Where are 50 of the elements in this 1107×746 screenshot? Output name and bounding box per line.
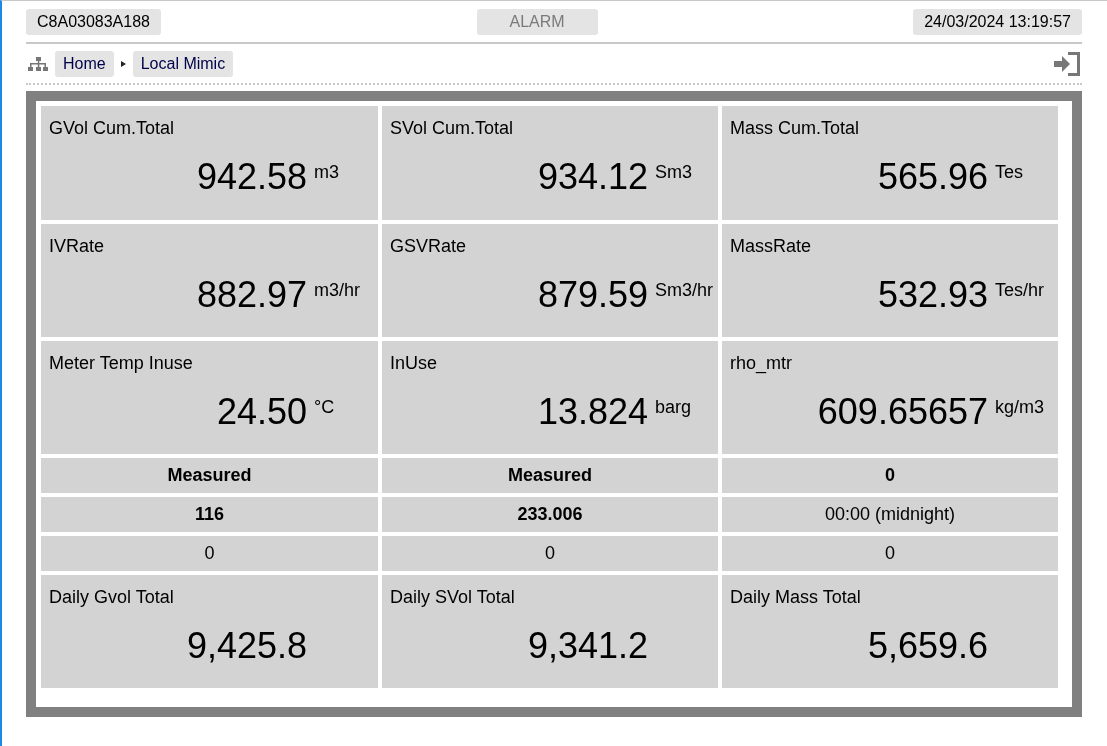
table-cell: 233.006 [382,497,718,532]
unit-label: barg [655,397,692,418]
tile-value: 13.824 [536,391,648,433]
breadcrumb-link[interactable]: Local Mimic [132,50,234,77]
tile-value: 565.96 [876,156,988,198]
tile-label: GVol Cum.Total [49,118,176,139]
table-cell: Measured [382,458,718,493]
tile-value: 882.97 [195,274,307,316]
table-cell: 00:00 (midnight) [722,497,1058,532]
table-cell: 0 [41,536,378,571]
unit-label: Sm3 [655,162,692,183]
tile-value: 609.65657 [816,391,988,433]
tile-label: IVRate [49,236,106,257]
tile-value: 942.58 [195,156,307,198]
unit-label: Sm3/hr [655,280,714,301]
tile-value: 9,341.2 [526,625,648,667]
table-cell: 116 [41,497,378,532]
tile-label: MassRate [730,236,813,257]
tile-label: Meter Temp Inuse [49,353,194,374]
tile-value: 532.93 [876,274,988,316]
tile-value: 24.50 [215,391,307,433]
tile-label: Mass Cum.Total [730,118,861,139]
breadcrumb-link[interactable]: Home [55,50,114,77]
tile-value: 879.59 [536,274,648,316]
logout-icon[interactable] [1054,51,1080,76]
unit-label: Tes [995,162,1023,183]
tile-label: Daily Mass Total [730,587,862,608]
tile-label: Daily Gvol Total [49,587,175,608]
alarm-indicator: ALARM [476,8,598,35]
tile-label: rho_mtr [730,353,793,374]
tile-value: 5,659.6 [866,625,988,667]
unit-label: m3/hr [314,280,360,301]
tile-value: 934.12 [536,156,648,198]
sitemap-icon [28,56,48,71]
table-cell: 0 [382,536,718,571]
date-time: 24/03/2024 13:19:57 [913,8,1082,35]
unit-label: Tes/hr [995,280,1045,301]
table-cell: 0 [722,458,1058,493]
device-id: C8A03083A188 [26,8,161,35]
table-cell: 0 [722,536,1058,571]
table-cell: Measured [41,458,378,493]
unit-label: kg/m3 [995,397,1045,418]
tile-label: Daily SVol Total [390,587,516,608]
tile-label: SVol Cum.Total [390,118,515,139]
unit-label: m3 [314,162,339,183]
tile-value: 9,425.8 [185,625,307,667]
separator-arrow-icon [120,60,126,67]
unit-label: °C [314,397,335,418]
tile-label: GSVRate [390,236,468,257]
tile-label: InUse [390,353,439,374]
